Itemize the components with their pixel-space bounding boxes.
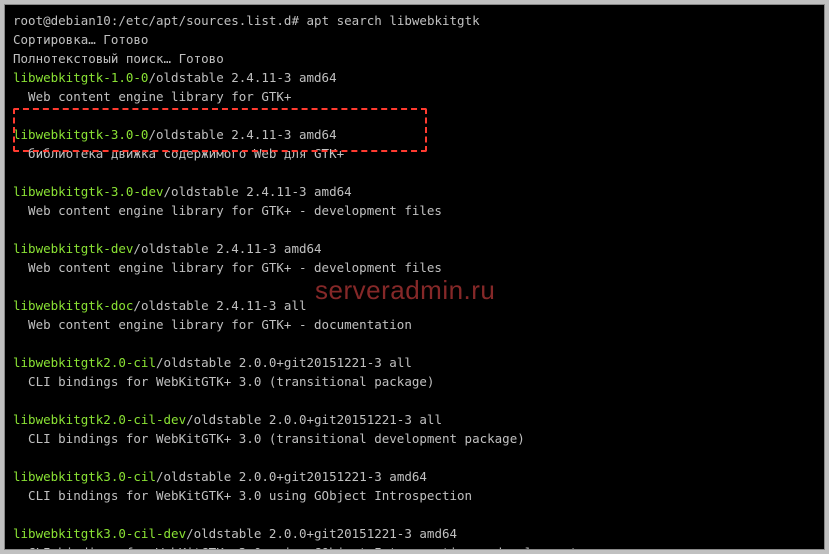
package-header: libwebkitgtk3.0-cil-dev/oldstable 2.0.0+… (13, 524, 816, 543)
package-header: libwebkitgtk-3.0-0/oldstable 2.4.11-3 am… (13, 125, 816, 144)
prompt-path: :/etc/apt/sources.list.d# (111, 13, 299, 28)
package-name: libwebkitgtk-doc (13, 298, 133, 313)
package-description: Web content engine library for GTK+ - do… (13, 315, 816, 334)
package-description: Web content engine library for GTK+ - de… (13, 258, 816, 277)
package-name: libwebkitgtk-3.0-0 (13, 127, 148, 142)
package-name: libwebkitgtk-dev (13, 241, 133, 256)
package-suite: /oldstable 2.4.11-3 amd64 (164, 184, 352, 199)
prompt-user-host: root@debian10 (13, 13, 111, 28)
status-fulltext: Полнотекстовый поиск… Готово (13, 49, 816, 68)
package-header: libwebkitgtk2.0-cil/oldstable 2.0.0+git2… (13, 353, 816, 372)
package-header: libwebkitgtk2.0-cil-dev/oldstable 2.0.0+… (13, 410, 816, 429)
prompt-command: apt search libwebkitgtk (307, 13, 480, 28)
spacer (13, 448, 816, 467)
package-description: CLI bindings for WebKitGTK+ 3.0 (transit… (13, 372, 816, 391)
package-header: libwebkitgtk-doc/oldstable 2.4.11-3 all (13, 296, 816, 315)
package-description: CLI bindings for WebKitGTK+ 3.0 (transit… (13, 429, 816, 448)
package-suite: /oldstable 2.0.0+git20151221-3 amd64 (156, 469, 427, 484)
package-header: libwebkitgtk-dev/oldstable 2.4.11-3 amd6… (13, 239, 816, 258)
spacer (13, 505, 816, 524)
spacer (13, 163, 816, 182)
terminal-window[interactable]: root@debian10:/etc/apt/sources.list.d# a… (4, 4, 825, 550)
package-name: libwebkitgtk2.0-cil (13, 355, 156, 370)
spacer (13, 220, 816, 239)
package-description: Web content engine library for GTK+ - de… (13, 201, 816, 220)
package-description: Web content engine library for GTK+ (13, 87, 816, 106)
package-suite: /oldstable 2.4.11-3 all (133, 298, 306, 313)
package-header: libwebkitgtk-1.0-0/oldstable 2.4.11-3 am… (13, 68, 816, 87)
package-suite: /oldstable 2.0.0+git20151221-3 amd64 (186, 526, 457, 541)
package-name: libwebkitgtk-1.0-0 (13, 70, 148, 85)
package-suite: /oldstable 2.0.0+git20151221-3 all (156, 355, 412, 370)
prompt-line: root@debian10:/etc/apt/sources.list.d# a… (13, 11, 816, 30)
spacer (13, 277, 816, 296)
package-suite: /oldstable 2.4.11-3 amd64 (148, 70, 336, 85)
spacer (13, 334, 816, 353)
spacer (13, 106, 816, 125)
package-header: libwebkitgtk3.0-cil/oldstable 2.0.0+git2… (13, 467, 816, 486)
package-header: libwebkitgtk-3.0-dev/oldstable 2.4.11-3 … (13, 182, 816, 201)
status-sorting: Сортировка… Готово (13, 30, 816, 49)
package-suite: /oldstable 2.4.11-3 amd64 (133, 241, 321, 256)
package-suite: /oldstable 2.4.11-3 amd64 (148, 127, 336, 142)
spacer (13, 391, 816, 410)
package-description: CLI bindings for WebKitGTK+ 3.0 using GO… (13, 543, 816, 550)
package-name: libwebkitgtk2.0-cil-dev (13, 412, 186, 427)
package-description: CLI bindings for WebKitGTK+ 3.0 using GO… (13, 486, 816, 505)
package-description: библиотека движка содержимого Web для GT… (13, 144, 816, 163)
package-suite: /oldstable 2.0.0+git20151221-3 all (186, 412, 442, 427)
package-name: libwebkitgtk3.0-cil (13, 469, 156, 484)
package-name: libwebkitgtk-3.0-dev (13, 184, 164, 199)
package-name: libwebkitgtk3.0-cil-dev (13, 526, 186, 541)
